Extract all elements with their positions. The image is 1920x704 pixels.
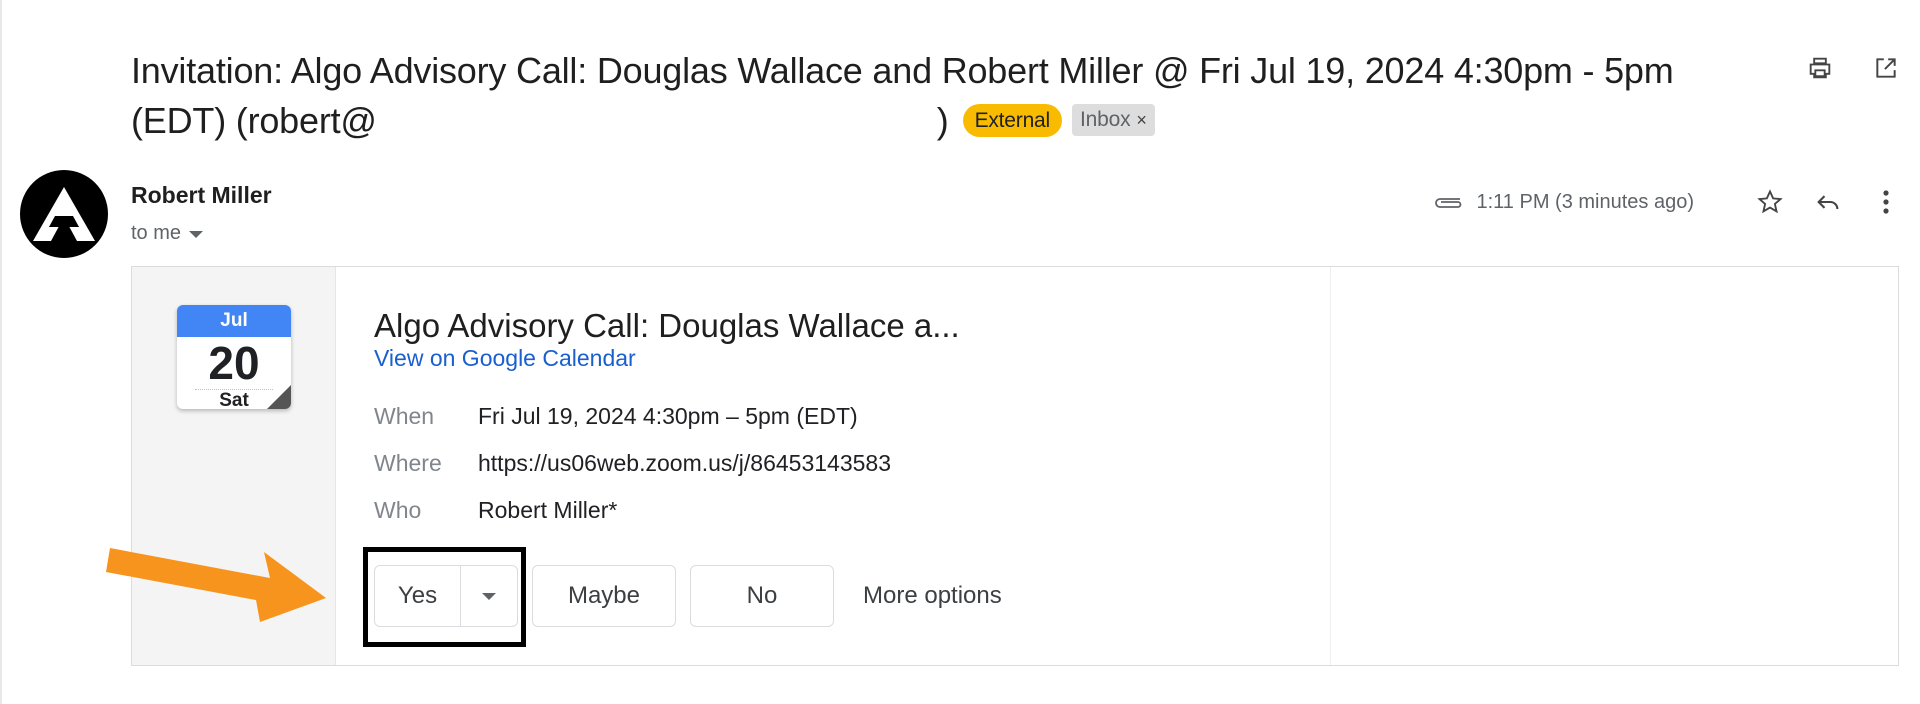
- rsvp-maybe-button[interactable]: Maybe: [532, 565, 676, 627]
- recipient-details[interactable]: to me: [131, 222, 204, 245]
- where-label: Where: [374, 450, 442, 476]
- event-when-row: When Fri Jul 19, 2024 4:30pm – 5pm (EDT): [374, 403, 858, 430]
- reply-icon[interactable]: [1810, 184, 1846, 220]
- star-icon[interactable]: [1752, 184, 1788, 220]
- card-divider: [1330, 267, 1331, 665]
- inbox-label: Inbox ×: [1072, 104, 1155, 137]
- event-where-row: Where https://us06web.zoom.us/j/86453143…: [374, 450, 891, 477]
- message-meta: 1:11 PM (3 minutes ago): [1432, 184, 1904, 220]
- external-label: External: [962, 103, 1063, 137]
- left-border: [0, 0, 2, 704]
- inbox-label-text: Inbox: [1080, 108, 1131, 132]
- thread-toolbar: [1802, 50, 1904, 86]
- attachment-icon: [1432, 192, 1464, 212]
- rsvp-no-button[interactable]: No: [690, 565, 834, 627]
- calendar-day: 20: [208, 337, 260, 389]
- orange-arrow-icon: [106, 548, 326, 622]
- chevron-down-icon: [189, 231, 204, 238]
- print-icon[interactable]: [1802, 50, 1838, 86]
- where-value[interactable]: https://us06web.zoom.us/j/86453143583: [478, 450, 891, 477]
- more-options-link[interactable]: More options: [863, 582, 1002, 610]
- who-value: Robert Miller*: [478, 497, 618, 523]
- sender-avatar[interactable]: [20, 170, 108, 258]
- sender-name[interactable]: Robert Miller: [131, 182, 272, 209]
- more-vert-icon[interactable]: [1868, 184, 1904, 220]
- highlight-box: [363, 547, 526, 647]
- event-title: Algo Advisory Call: Douglas Wallace a...: [374, 307, 960, 344]
- calendar-date-icon: Jul 20 Sat: [177, 305, 291, 409]
- event-who-row: Who Robert Miller*: [374, 497, 617, 524]
- when-value: Fri Jul 19, 2024 4:30pm – 5pm (EDT): [478, 403, 858, 429]
- when-label: When: [374, 403, 435, 429]
- recipient-text: to me: [131, 222, 182, 244]
- subject-text: Invitation: Algo Advisory Call: Douglas …: [131, 50, 1674, 141]
- open-in-new-window-icon[interactable]: [1868, 50, 1904, 86]
- who-label: Who: [374, 497, 422, 523]
- remove-label-icon[interactable]: ×: [1136, 110, 1147, 130]
- view-on-google-calendar-link[interactable]: View on Google Calendar: [374, 345, 636, 372]
- sender-logo-icon: [33, 187, 95, 241]
- subject-close-paren: ): [936, 100, 949, 141]
- message-time: 1:11 PM (3 minutes ago): [1476, 190, 1694, 213]
- page-fold-icon: [267, 385, 291, 409]
- email-subject: Invitation: Algo Advisory Call: Douglas …: [131, 46, 1751, 146]
- calendar-month: Jul: [177, 305, 291, 337]
